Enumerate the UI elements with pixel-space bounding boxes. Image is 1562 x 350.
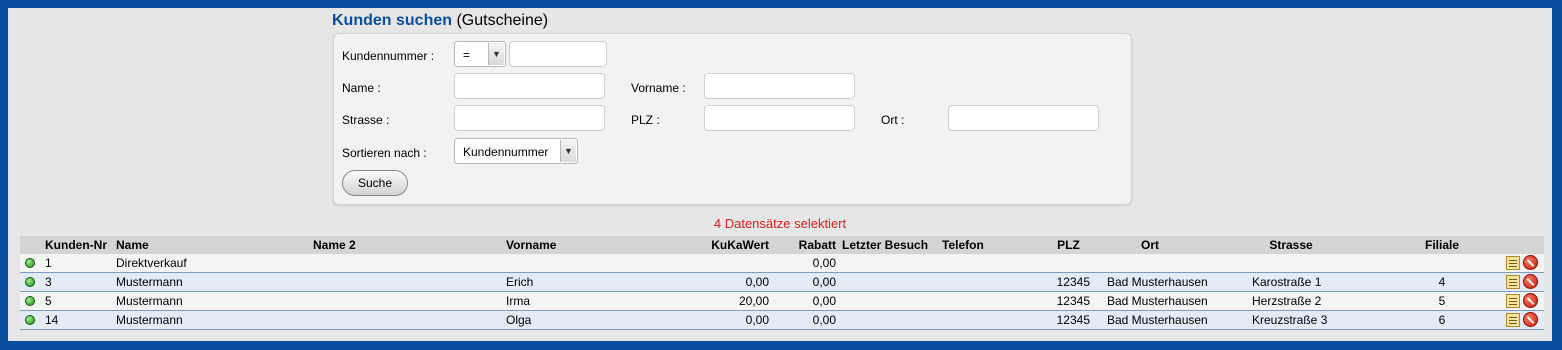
sort-select-value: Kundennummer [463,145,549,159]
table-row[interactable]: 1 Direktverkauf 0,00 [20,254,1544,273]
strasse-input[interactable] [454,105,605,131]
sort-label: Sortieren nach : [342,146,427,160]
cell-vorname: Irma [506,294,530,308]
col-filiale[interactable]: Filiale [1418,238,1466,252]
name-input[interactable] [454,73,605,99]
window-frame: Kunden suchen (Gutscheine) Kundennummer … [0,0,1562,350]
cell-name: Mustermann [116,313,183,327]
page-title: Kunden suchen (Gutscheine) [332,12,548,30]
cell-vorname: Erich [506,275,534,289]
table-row[interactable]: 5 Mustermann Irma 20,00 0,00 12345 Bad M… [20,292,1544,311]
cell-strasse: Kreuzstraße 3 [1252,313,1328,327]
cell-nr: 1 [45,256,52,270]
page-title-main: Kunden suchen [332,12,453,29]
cell-kukawert: 0,00 [745,275,769,289]
chevron-down-icon: ▼ [560,140,576,162]
col-letzter-besuch[interactable]: Letzter Besuch [842,238,928,252]
cell-ort: Bad Musterhausen [1107,294,1208,308]
status-green-icon [25,296,35,306]
kundennummer-input[interactable] [509,41,607,67]
sort-select[interactable]: Kundennummer ▼ [454,138,578,164]
col-vorname[interactable]: Vorname [506,238,556,252]
col-name2[interactable]: Name 2 [313,238,356,252]
status-green-icon [25,277,35,287]
col-plz[interactable]: PLZ [1046,238,1091,252]
cell-name: Mustermann [116,294,183,308]
cell-rabatt: 0,00 [812,294,836,308]
strasse-label: Strasse : [342,113,390,127]
col-name[interactable]: Name [116,238,149,252]
search-button[interactable]: Suche [342,170,408,196]
ort-input[interactable] [948,105,1099,131]
delete-icon[interactable] [1523,274,1538,289]
cell-kukawert: 20,00 [738,294,769,308]
status-green-icon [25,258,35,268]
table-row[interactable]: 3 Mustermann Erich 0,00 0,00 12345 Bad M… [20,273,1544,292]
content-area: Kunden suchen (Gutscheine) Kundennummer … [8,8,1552,341]
cell-plz: 12345 [1056,275,1090,289]
delete-icon[interactable] [1523,293,1538,308]
cell-nr: 5 [45,294,52,308]
kundennummer-operator-select[interactable]: = ▼ [454,41,506,67]
vorname-label: Vorname : [631,81,686,95]
col-rabatt[interactable]: Rabatt [780,238,836,252]
cell-rabatt: 0,00 [812,256,836,270]
cell-nr: 3 [45,275,52,289]
col-ort[interactable]: Ort [1120,238,1180,252]
vorname-input[interactable] [704,73,855,99]
cell-strasse: Herzstraße 2 [1252,294,1322,308]
plz-input[interactable] [704,105,855,131]
table-header: Kunden-Nr Name Name 2 Vorname KuKaWert R… [20,236,1544,254]
edit-icon[interactable] [1506,256,1520,270]
plz-label: PLZ : [631,113,660,127]
edit-icon[interactable] [1506,275,1520,289]
cell-plz: 12345 [1056,313,1090,327]
cell-vorname: Olga [506,313,532,327]
cell-name: Mustermann [116,275,183,289]
col-kukawert[interactable]: KuKaWert [670,238,769,252]
cell-name: Direktverkauf [116,256,187,270]
cell-plz: 12345 [1056,294,1090,308]
edit-icon[interactable] [1506,313,1520,327]
ort-label: Ort : [881,113,905,127]
cell-filiale: 5 [1438,294,1446,308]
page-title-sub: (Gutscheine) [456,12,549,29]
col-telefon[interactable]: Telefon [942,238,984,252]
kundennummer-operator-value: = [463,48,471,62]
edit-icon[interactable] [1506,294,1520,308]
status-green-icon [25,315,35,325]
table-row[interactable]: 14 Mustermann Olga 0,00 0,00 12345 Bad M… [20,311,1544,330]
chevron-down-icon: ▼ [488,43,504,65]
delete-icon[interactable] [1523,312,1538,327]
kundennummer-label: Kundennummer : [342,49,435,63]
record-count-status: 4 Datensätze selektiert [713,216,847,231]
cell-rabatt: 0,00 [812,313,836,327]
col-kunden-nr[interactable]: Kunden-Nr [45,238,107,252]
col-strasse[interactable]: Strasse [1256,238,1326,252]
cell-strasse: Karostraße 1 [1252,275,1322,289]
delete-icon[interactable] [1523,255,1538,270]
cell-rabatt: 0,00 [812,275,836,289]
cell-ort: Bad Musterhausen [1107,313,1208,327]
name-label: Name : [342,81,381,95]
cell-ort: Bad Musterhausen [1107,275,1208,289]
cell-filiale: 6 [1438,313,1446,327]
cell-filiale: 4 [1438,275,1446,289]
cell-kukawert: 0,00 [745,313,769,327]
cell-nr: 14 [45,313,59,327]
